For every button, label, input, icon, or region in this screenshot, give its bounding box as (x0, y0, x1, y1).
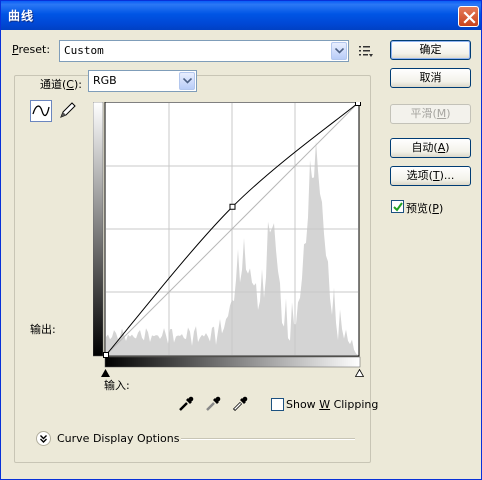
checkmark-icon (393, 202, 403, 212)
curve-point-tool-button[interactable] (30, 100, 52, 122)
preset-menu-icon (359, 46, 373, 57)
white-triangle-icon (354, 368, 365, 377)
curve-display-options-toggle[interactable] (36, 431, 51, 446)
black-eyedropper-button[interactable] (177, 395, 195, 413)
curves-dialog: 曲线 Preset: Custom 确定 取消 平滑(M) 自动(A) 选项(T… (0, 0, 482, 480)
white-point-slider[interactable] (354, 367, 365, 380)
show-clipping-checkbox[interactable] (271, 398, 284, 411)
curve-control-point[interactable] (355, 100, 361, 106)
curves-graph[interactable] (92, 100, 363, 372)
curve-tool-icon (32, 105, 50, 117)
cancel-button[interactable]: 取消 (390, 68, 471, 88)
pencil-icon (60, 102, 76, 118)
preview-checkbox[interactable] (391, 200, 404, 213)
white-eyedropper-icon (232, 396, 248, 412)
preset-label: Preset: (12, 43, 51, 56)
channel-value: RGB (93, 74, 117, 87)
channel-dropdown[interactable]: RGB (88, 70, 197, 92)
chevron-down-icon (179, 72, 195, 90)
show-clipping-label: Show W Clipping (286, 398, 379, 411)
white-eyedropper-button[interactable] (231, 395, 249, 413)
preset-dropdown[interactable]: Custom (59, 40, 349, 62)
black-eyedropper-icon (179, 396, 194, 411)
preset-value: Custom (64, 44, 104, 57)
gray-eyedropper-icon (206, 396, 221, 411)
curve-control-point[interactable] (229, 203, 236, 210)
options-divider (181, 438, 355, 440)
black-triangle-icon (101, 369, 110, 377)
chevron-down-icon (331, 42, 347, 60)
channel-label: 通道(C): (38, 76, 84, 92)
pencil-tool-button[interactable] (56, 100, 78, 122)
double-chevron-down-icon (40, 435, 47, 443)
close-icon (463, 11, 476, 24)
auto-button[interactable]: 自动(A) (390, 138, 471, 158)
close-button[interactable] (458, 6, 479, 27)
curve-control-point[interactable] (103, 352, 109, 358)
output-label: 输出: (30, 323, 56, 336)
title-bar[interactable]: 曲线 (1, 1, 481, 30)
preset-options-menu-button[interactable] (358, 44, 374, 58)
preview-label: 预览(P) (406, 202, 444, 215)
output-gradient-bar (92, 101, 104, 357)
input-label: 输入: (104, 379, 130, 392)
curve-display-options-label[interactable]: Curve Display Options (57, 432, 179, 445)
gray-eyedropper-button[interactable] (204, 395, 222, 413)
options-button[interactable]: 选项(T)... (390, 166, 471, 186)
input-gradient-bar (104, 356, 361, 368)
dialog-title: 曲线 (8, 9, 35, 23)
ok-button[interactable]: 确定 (390, 40, 471, 60)
smooth-button[interactable]: 平滑(M) (390, 104, 471, 124)
